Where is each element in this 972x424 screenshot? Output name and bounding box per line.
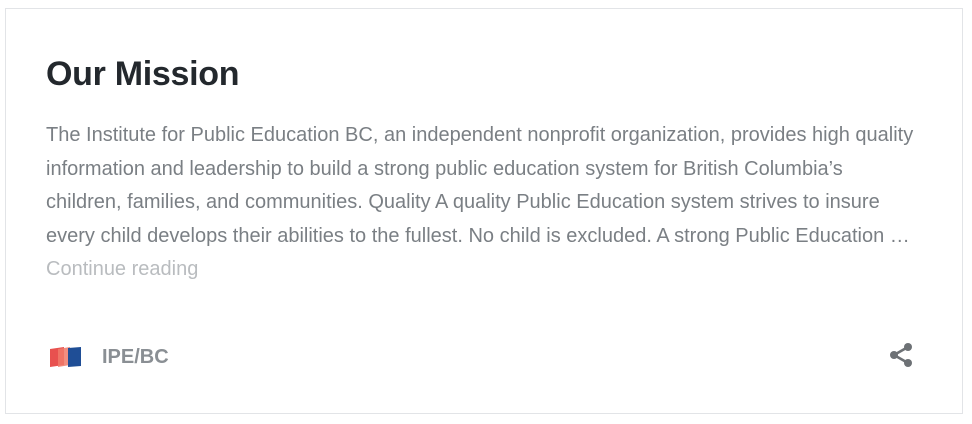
excerpt-text: The Institute for Public Education BC, a… [46, 124, 914, 247]
post-author[interactable]: IPE/BC [48, 342, 169, 372]
ipebc-logo-icon [48, 346, 82, 368]
post-excerpt: The Institute for Public Education BC, a… [46, 119, 921, 287]
continue-reading-link[interactable]: Continue reading [46, 258, 198, 280]
author-name: IPE/BC [102, 345, 169, 368]
post-card: Our Mission The Institute for Public Edu… [5, 8, 963, 414]
post-title[interactable]: Our Mission [46, 53, 239, 95]
share-icon [888, 342, 914, 373]
share-button[interactable] [886, 342, 916, 372]
